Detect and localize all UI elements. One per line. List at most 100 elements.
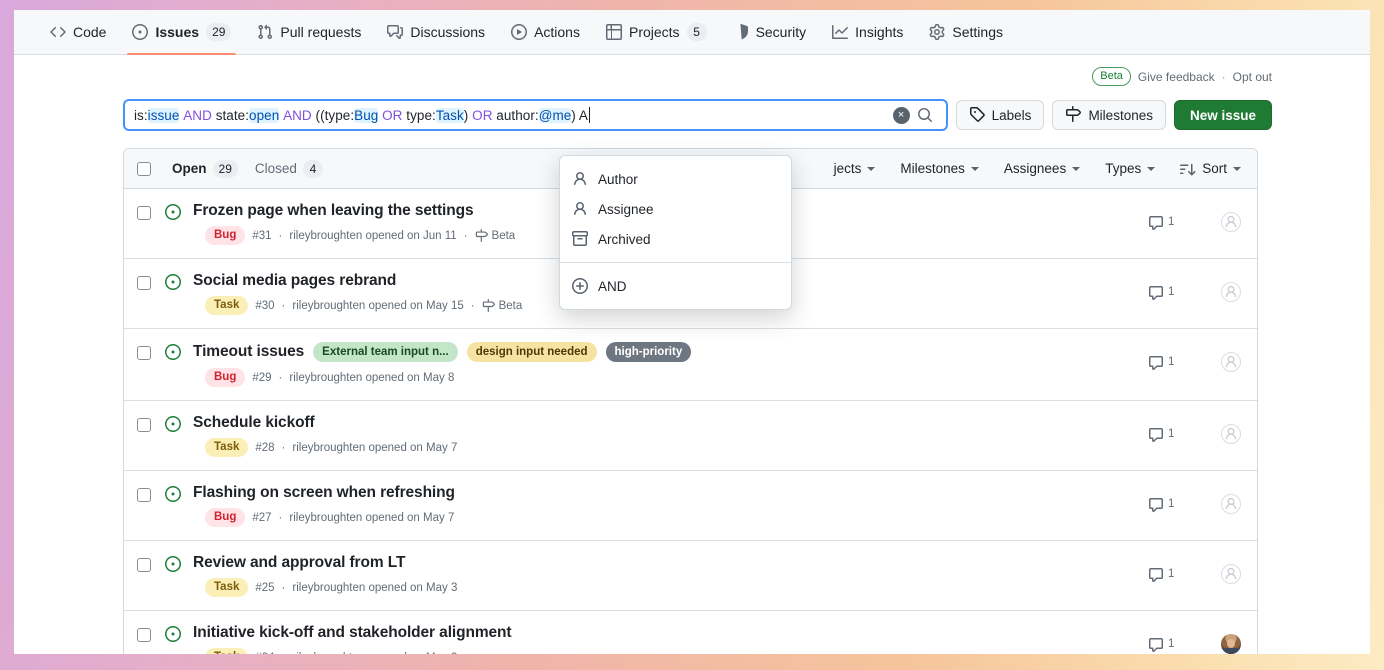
issue-comment-count[interactable]: 1: [1148, 215, 1178, 230]
beta-badge: Beta: [1092, 67, 1131, 86]
search-icon[interactable]: [910, 100, 940, 130]
issue-checkbox[interactable]: [137, 628, 151, 642]
issue-opened-icon: [165, 416, 181, 432]
query-token-op: OR: [472, 107, 493, 123]
sort-menu[interactable]: Sort: [1180, 161, 1241, 177]
issue-title[interactable]: Flashing on screen when refreshing: [193, 484, 455, 502]
filter-menu-types[interactable]: Types: [1105, 161, 1156, 176]
issue-comment-count[interactable]: 1: [1148, 497, 1178, 512]
issue-label-pill[interactable]: high-priority: [605, 342, 692, 362]
milestone-icon: [475, 229, 488, 242]
assignee-avatar[interactable]: [1221, 634, 1241, 654]
select-all-checkbox[interactable]: [137, 161, 151, 176]
issue-right: 1: [1148, 424, 1241, 444]
suggestions-divider: [560, 262, 791, 263]
nav-item-pull-requests[interactable]: Pull requests: [244, 10, 374, 55]
issue-checkbox[interactable]: [137, 488, 151, 502]
tab-open[interactable]: Open 29: [172, 159, 238, 178]
assignee-avatar-placeholder[interactable]: [1221, 424, 1241, 444]
issue-opened-meta: rileybroughten opened on May 3: [292, 581, 458, 594]
issue-checkbox[interactable]: [137, 418, 151, 432]
suggestion-item-assignee[interactable]: Assignee: [560, 194, 791, 224]
assignee-avatar-placeholder[interactable]: [1221, 564, 1241, 584]
issue-row[interactable]: Timeout issues External team input n... de…: [124, 329, 1257, 401]
nav-item-projects[interactable]: Projects 5: [593, 10, 720, 55]
issue-title[interactable]: Schedule kickoff: [193, 414, 315, 432]
issue-title[interactable]: Frozen page when leaving the settings: [193, 202, 474, 220]
issue-comment-count[interactable]: 1: [1148, 567, 1178, 582]
issue-checkbox[interactable]: [137, 206, 151, 220]
issue-checkbox[interactable]: [137, 346, 151, 360]
issue-opened-icon: [165, 274, 181, 290]
issue-row[interactable]: Review and approval from LT Task #25 · riley…: [124, 541, 1257, 611]
comment-count-label: 1: [1168, 428, 1175, 440]
issue-type-pill[interactable]: Bug: [205, 508, 246, 527]
issue-row[interactable]: Schedule kickoff Task #28 · rileybroughten o…: [124, 401, 1257, 471]
issue-title[interactable]: Initiative kick-off and stakeholder alig…: [193, 624, 512, 642]
nav-item-security[interactable]: Security: [720, 10, 820, 55]
meta-separator: ·: [281, 441, 286, 454]
issue-row[interactable]: Flashing on screen when refreshing Bug #27…: [124, 471, 1257, 541]
nav-item-settings[interactable]: Settings: [916, 10, 1016, 55]
filter-menu-jects[interactable]: jects: [834, 161, 876, 176]
assignee-avatar-placeholder[interactable]: [1221, 494, 1241, 514]
code-icon: [50, 24, 66, 40]
filter-menu-milestones[interactable]: Milestones: [900, 161, 979, 176]
issue-comment-count[interactable]: 1: [1148, 355, 1178, 370]
suggestion-item-archived[interactable]: Archived: [560, 224, 791, 254]
issue-opened-meta: rileybroughten opened on May 15: [292, 299, 464, 312]
comment-icon: [1148, 567, 1163, 582]
issue-type-pill[interactable]: Bug: [205, 226, 246, 245]
nav-item-code[interactable]: Code: [37, 10, 119, 55]
issue-row[interactable]: Initiative kick-off and stakeholder alig…: [124, 611, 1257, 654]
filter-menu-label: Types: [1105, 161, 1142, 176]
comment-count-label: 1: [1168, 638, 1175, 650]
issue-opened-meta: rileybroughten opened on May 8: [289, 371, 455, 384]
issue-comment-count[interactable]: 1: [1148, 637, 1178, 652]
search-query-text[interactable]: is: issue AND state: open AND ((type: Bug O…: [134, 107, 893, 123]
labels-button[interactable]: Labels: [955, 100, 1045, 130]
nav-item-issues[interactable]: Issues 29: [119, 10, 244, 55]
nav-item-insights[interactable]: Insights: [819, 10, 916, 55]
assignee-avatar-placeholder[interactable]: [1221, 212, 1241, 232]
tab-closed[interactable]: Closed 4: [255, 159, 323, 178]
search-input[interactable]: is: issue AND state: open AND ((type: Bug O…: [123, 99, 948, 131]
issue-type-pill[interactable]: Bug: [205, 368, 246, 387]
issue-comment-count[interactable]: 1: [1148, 427, 1178, 442]
issue-checkbox[interactable]: [137, 558, 151, 572]
issue-type-pill[interactable]: Task: [205, 438, 249, 457]
github-issues-page: Code Issues 29 Pull requests Discussions Acti…: [14, 10, 1370, 654]
assignee-avatar-placeholder[interactable]: [1221, 282, 1241, 302]
issue-title[interactable]: Timeout issues: [193, 343, 304, 361]
issue-type-pill[interactable]: Task: [205, 578, 249, 597]
issue-main: Review and approval from LT Task #25 · riley…: [193, 554, 1148, 597]
comment-icon: [1148, 285, 1163, 300]
issue-meta: Task #28 · rileybroughten opened on May 7: [193, 438, 1148, 457]
issue-type-pill[interactable]: Task: [205, 648, 249, 654]
assignee-avatar-placeholder[interactable]: [1221, 352, 1241, 372]
new-issue-button[interactable]: New issue: [1173, 100, 1272, 130]
suggestion-item-author[interactable]: Author: [560, 164, 791, 194]
clear-search-icon[interactable]: ×: [892, 106, 910, 124]
milestones-button[interactable]: Milestones: [1052, 100, 1166, 130]
issue-title[interactable]: Social media pages rebrand: [193, 272, 396, 290]
nav-item-discussions[interactable]: Discussions: [374, 10, 498, 55]
suggestion-item-and[interactable]: AND: [560, 271, 791, 301]
issue-checkbox[interactable]: [137, 276, 151, 290]
issue-comment-count[interactable]: 1: [1148, 285, 1178, 300]
issue-type-pill[interactable]: Task: [205, 296, 249, 315]
issue-milestone[interactable]: Beta: [475, 229, 515, 242]
give-feedback-link[interactable]: Give feedback: [1138, 70, 1215, 84]
issue-main: Flashing on screen when refreshing Bug #27…: [193, 484, 1148, 527]
git-pull-request-icon: [257, 24, 273, 40]
issue-title[interactable]: Review and approval from LT: [193, 554, 405, 572]
opt-out-link[interactable]: Opt out: [1233, 70, 1272, 84]
issue-milestone[interactable]: Beta: [482, 299, 522, 312]
nav-item-actions[interactable]: Actions: [498, 10, 593, 55]
issue-right: 1: [1148, 564, 1241, 584]
filter-menu-assignees[interactable]: Assignees: [1004, 161, 1081, 176]
issue-label-pill[interactable]: design input needed: [466, 342, 597, 362]
beta-feedback-bar: Beta Give feedback · Opt out: [14, 55, 1370, 86]
issue-main: Schedule kickoff Task #28 · rileybroughten o…: [193, 414, 1148, 457]
issue-label-pill[interactable]: External team input n...: [313, 342, 458, 362]
